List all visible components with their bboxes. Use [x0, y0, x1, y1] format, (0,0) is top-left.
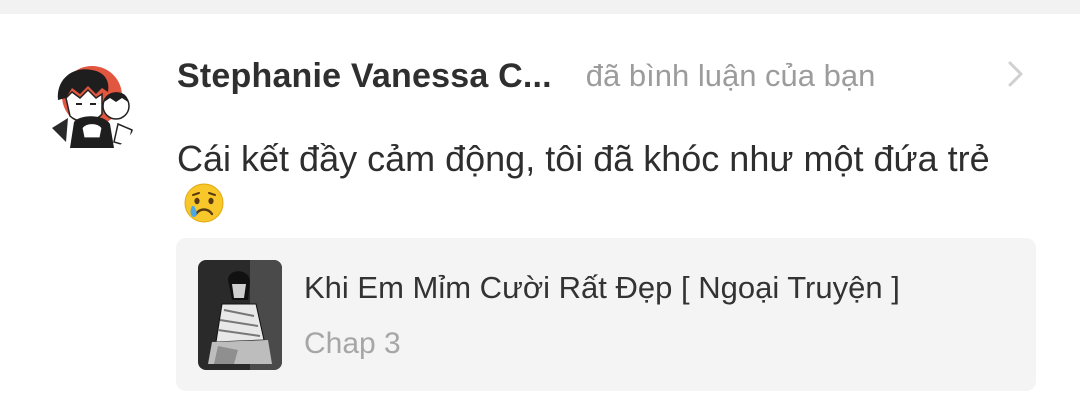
user-name[interactable]: Stephanie Vanessa C...	[177, 57, 552, 96]
comic-thumbnail	[198, 260, 282, 370]
chapter-label: Chap 3	[304, 327, 401, 360]
top-divider-strip	[0, 0, 1080, 14]
comic-title: Khi Em Mỉm Cười Rất Đẹp [ Ngoại Truyện ]	[304, 270, 900, 305]
comic-thumbnail-image	[198, 260, 282, 370]
comment-text-block: Cái kết đầy cảm động, tôi đã khóc như mộ…	[177, 136, 1017, 228]
chapter-link-card[interactable]: Khi Em Mỉm Cười Rất Đẹp [ Ngoại Truyện ]…	[176, 238, 1036, 391]
crying-face-emoji	[184, 183, 224, 223]
user-avatar[interactable]	[44, 58, 140, 154]
notification-action-text: đã bình luận của bạn	[585, 58, 876, 93]
avatar-manga-image	[44, 58, 140, 154]
notification-header: Stephanie Vanessa C... đã bình luận của …	[177, 54, 875, 98]
comment-notification-item[interactable]: Stephanie Vanessa C... đã bình luận của …	[0, 14, 1080, 410]
chevron-right-icon[interactable]	[1001, 60, 1029, 88]
comment-text: Cái kết đầy cảm động, tôi đã khóc như mộ…	[177, 138, 990, 179]
